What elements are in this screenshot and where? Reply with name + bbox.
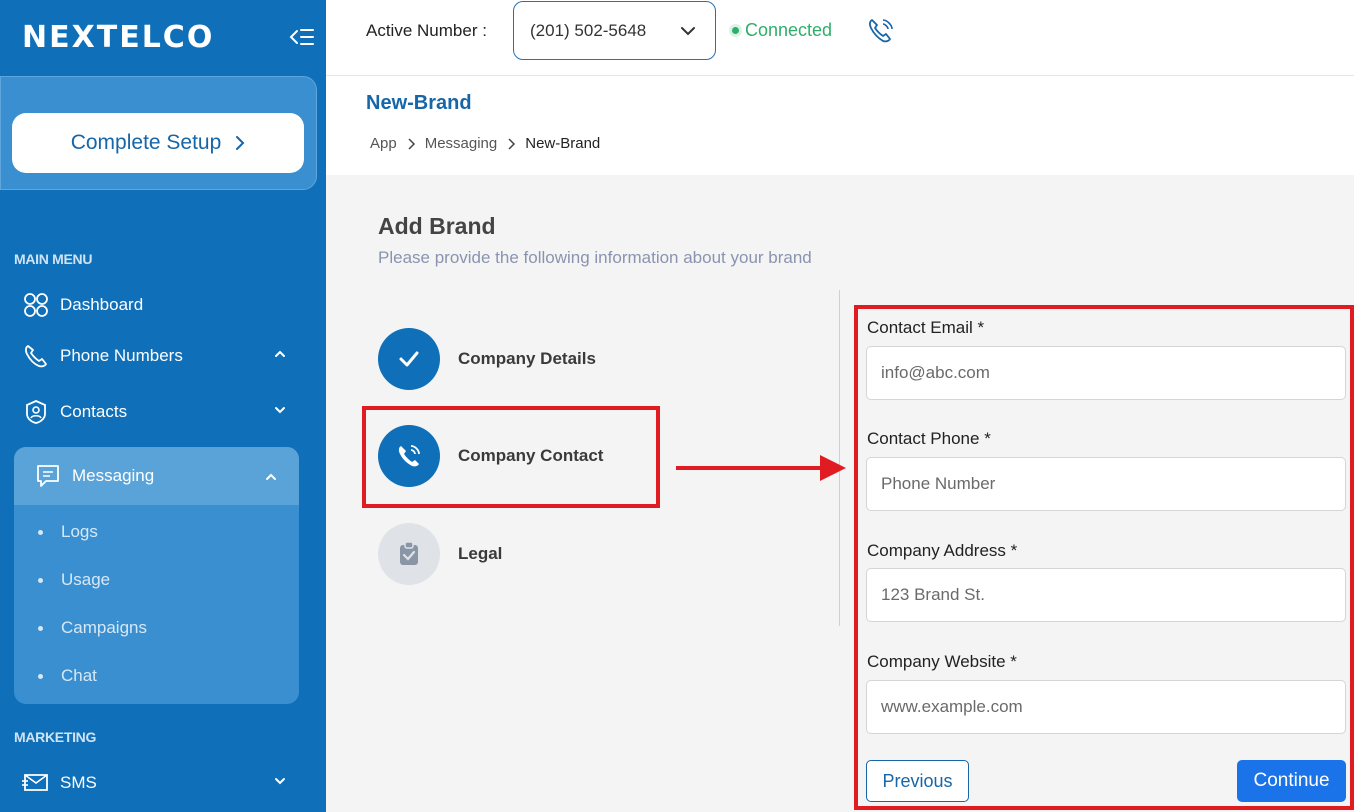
- main-menu-label: MAIN MENU: [14, 251, 93, 267]
- company-address-label: Company Address *: [867, 541, 1018, 560]
- clipboard-check-icon: [378, 523, 440, 585]
- contact-phone-label: Contact Phone *: [867, 429, 991, 448]
- connection-status-label: Connected: [745, 20, 833, 40]
- phone-icon: [22, 342, 50, 370]
- sidebar-item-label: SMS: [60, 773, 97, 792]
- subitem-label: Logs: [61, 522, 98, 541]
- page-title: New-Brand: [366, 92, 472, 114]
- sidebar-item-messaging[interactable]: Messaging: [14, 447, 299, 505]
- chevron-up-icon: [266, 473, 276, 480]
- messaging-group: Messaging Logs Usage Campaigns Chat: [14, 447, 299, 704]
- previous-button[interactable]: Previous: [866, 760, 969, 802]
- contact-phone-field[interactable]: [866, 457, 1346, 511]
- complete-setup-button[interactable]: Complete Setup: [12, 113, 304, 173]
- sidebar-item-label: Phone Numbers: [60, 346, 183, 365]
- form-title: Add Brand: [378, 213, 496, 239]
- sidebar-item-label: Contacts: [60, 402, 128, 421]
- breadcrumb-current: New-Brand: [525, 135, 601, 152]
- collapse-sidebar-icon[interactable]: [288, 24, 316, 50]
- chevron-up-icon: [275, 350, 285, 357]
- checkmark-icon: [378, 328, 440, 390]
- sms-icon: [22, 769, 50, 797]
- chevron-right-icon: [508, 137, 516, 150]
- chevron-down-icon: [275, 407, 285, 414]
- sidebar-subitem-chat[interactable]: Chat: [38, 666, 97, 686]
- contact-email-field[interactable]: [866, 346, 1346, 400]
- contact-email-label: Contact Email *: [867, 318, 985, 337]
- sidebar-item-label: Dashboard: [60, 295, 144, 314]
- active-number-value: (201) 502-5648: [530, 20, 647, 40]
- chevron-down-icon: [681, 27, 695, 36]
- sidebar-subitem-campaigns[interactable]: Campaigns: [38, 618, 147, 638]
- step-company-details[interactable]: Company Details: [378, 328, 596, 390]
- sidebar-subitem-usage[interactable]: Usage: [38, 570, 110, 590]
- complete-setup-label: Complete Setup: [70, 131, 222, 154]
- sidebar-item-dashboard[interactable]: Dashboard: [22, 285, 298, 325]
- sidebar-item-contacts[interactable]: Contacts: [22, 392, 298, 432]
- subitem-label: Usage: [61, 570, 111, 589]
- dashboard-grid-icon: [22, 291, 50, 319]
- sidebar-item-sms[interactable]: SMS: [22, 763, 298, 803]
- message-icon: [34, 462, 62, 490]
- connection-status: Connected: [728, 20, 832, 41]
- chevron-right-icon: [408, 137, 415, 150]
- status-dot: [732, 27, 739, 34]
- form-subtitle: Please provide the following information…: [378, 248, 812, 267]
- chevron-right-icon: [236, 136, 245, 150]
- breadcrumb-app[interactable]: App: [370, 135, 397, 152]
- company-website-label: Company Website *: [867, 652, 1017, 671]
- marketing-label: MARKETING: [14, 729, 97, 745]
- arrow-right-icon: [676, 455, 846, 481]
- bullet-dot: [38, 625, 43, 631]
- sidebar-item-label: Messaging: [72, 466, 155, 485]
- bullet-dot: [38, 577, 43, 583]
- breadcrumb: App Messaging New-Brand: [370, 135, 600, 152]
- company-website-field[interactable]: [866, 680, 1346, 734]
- phone-call-icon[interactable]: [866, 16, 896, 46]
- sidebar-item-phone-numbers[interactable]: Phone Numbers: [22, 336, 298, 376]
- bullet-dot: [38, 673, 43, 679]
- step-legal[interactable]: Legal: [378, 523, 502, 585]
- step-label: Company Details: [458, 349, 596, 368]
- subitem-label: Campaigns: [61, 618, 147, 637]
- active-number-label: Active Number :: [366, 21, 487, 40]
- sidebar-subitem-logs[interactable]: Logs: [38, 522, 98, 542]
- sidebar: NEXTELCO Complete Setup MAIN MENU Dashbo…: [0, 0, 326, 812]
- bullet-dot: [38, 529, 43, 535]
- step-highlight-box: [362, 406, 660, 508]
- breadcrumb-messaging[interactable]: Messaging: [425, 135, 498, 152]
- active-number-select[interactable]: (201) 502-5648: [513, 1, 716, 60]
- company-address-field[interactable]: [866, 568, 1346, 622]
- subitem-label: Chat: [61, 666, 97, 685]
- step-label: Legal: [458, 544, 503, 563]
- continue-button[interactable]: Continue: [1237, 760, 1346, 802]
- topbar: Active Number : (201) 502-5648 Connected: [326, 0, 1354, 76]
- setup-card: Complete Setup: [0, 76, 317, 190]
- contacts-icon: [22, 398, 50, 426]
- chevron-down-icon: [275, 778, 285, 785]
- nextelco-logo: NEXTELCO: [22, 20, 215, 55]
